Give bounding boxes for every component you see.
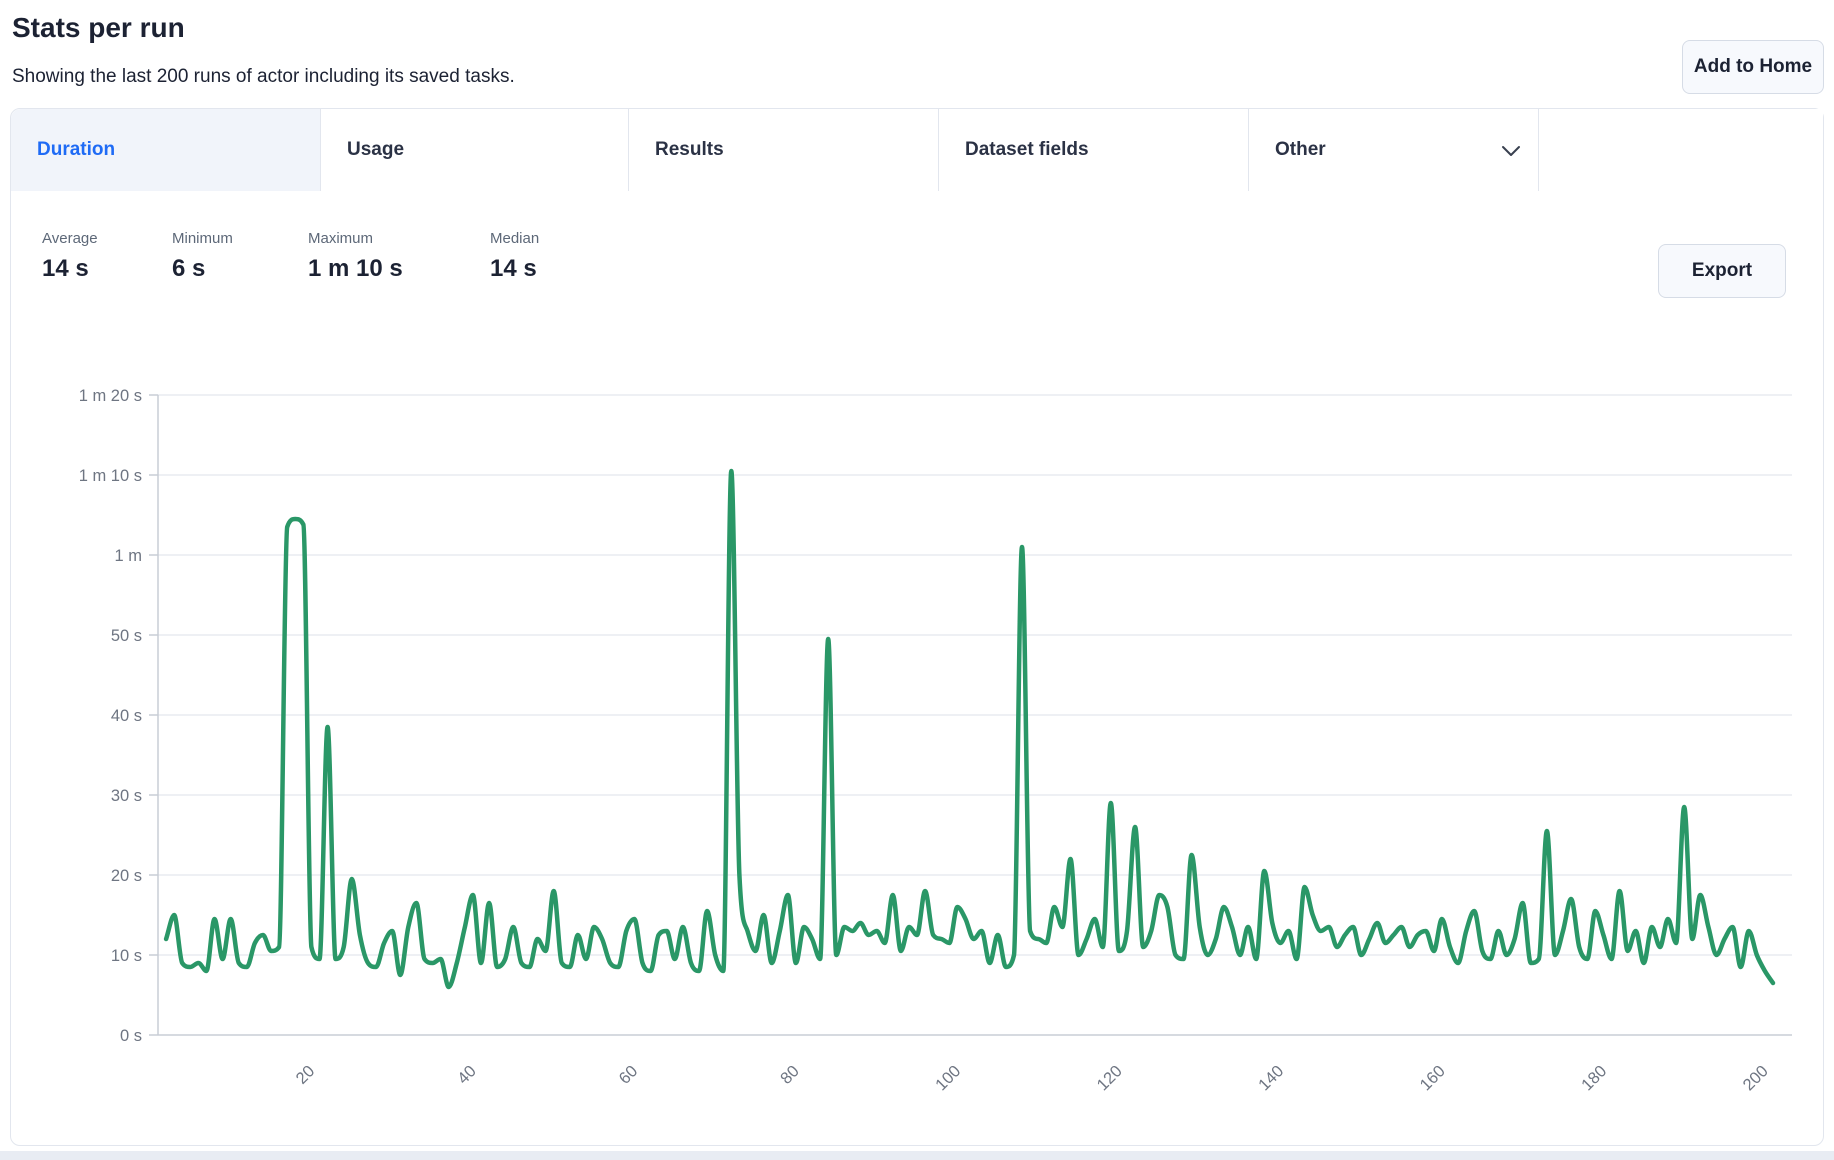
stats-tabbar: Duration Usage Results Dataset fields Ot… — [11, 109, 1823, 191]
tab-usage[interactable]: Usage — [321, 109, 629, 191]
page-subtitle: Showing the last 200 runs of actor inclu… — [12, 66, 515, 88]
stat-median-value: 14 s — [490, 255, 539, 283]
add-to-home-button[interactable]: Add to Home — [1682, 40, 1824, 94]
stat-average: Average 14 s — [42, 230, 98, 283]
stat-minimum-label: Minimum — [172, 230, 233, 247]
tab-duration-label: Duration — [37, 139, 115, 161]
page-title: Stats per run — [12, 12, 185, 44]
stat-minimum-value: 6 s — [172, 255, 233, 283]
tabbar-spacer — [1539, 109, 1823, 191]
tab-dataset-fields[interactable]: Dataset fields — [939, 109, 1249, 191]
stat-maximum: Maximum 1 m 10 s — [308, 230, 403, 283]
tab-usage-label: Usage — [347, 139, 404, 161]
export-button[interactable]: Export — [1658, 244, 1786, 298]
stats-per-run-page: Stats per run Showing the last 200 runs … — [0, 0, 1834, 1160]
tab-results-label: Results — [655, 139, 724, 161]
stat-maximum-value: 1 m 10 s — [308, 255, 403, 283]
stat-average-value: 14 s — [42, 255, 98, 283]
stats-panel: Duration Usage Results Dataset fields Ot… — [10, 108, 1824, 1146]
stat-maximum-label: Maximum — [308, 230, 403, 247]
tab-dataset-fields-label: Dataset fields — [965, 139, 1089, 161]
stat-median-label: Median — [490, 230, 539, 247]
tab-other-label: Other — [1275, 139, 1326, 161]
stat-median: Median 14 s — [490, 230, 539, 283]
chevron-down-icon — [1500, 142, 1522, 164]
next-section-edge — [0, 1151, 1834, 1160]
tab-duration[interactable]: Duration — [11, 109, 321, 191]
stat-average-label: Average — [42, 230, 98, 247]
tab-results[interactable]: Results — [629, 109, 939, 191]
tab-other[interactable]: Other — [1249, 109, 1539, 191]
stat-minimum: Minimum 6 s — [172, 230, 233, 283]
